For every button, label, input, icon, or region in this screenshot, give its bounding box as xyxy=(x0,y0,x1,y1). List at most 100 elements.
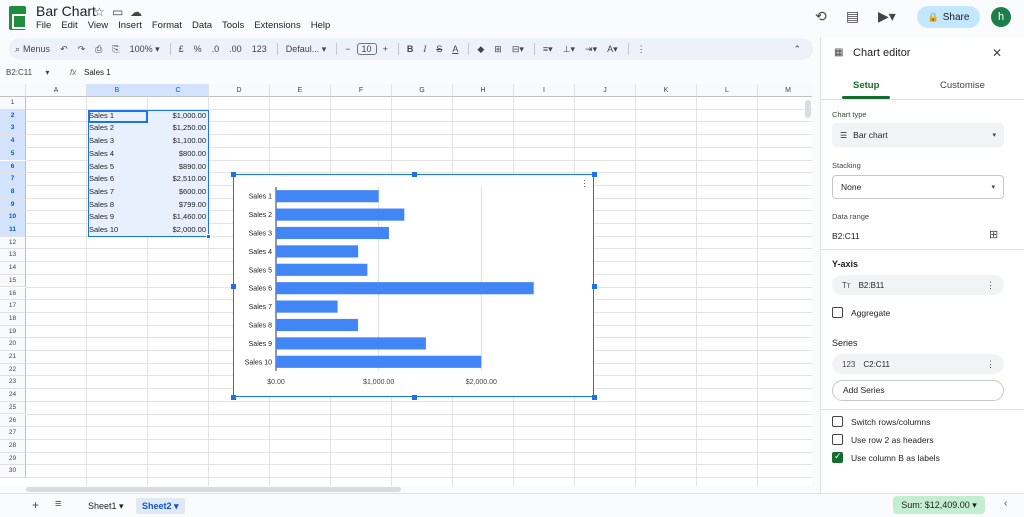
row-header[interactable]: 9 xyxy=(0,198,26,212)
bar[interactable] xyxy=(276,190,379,203)
table-cell-value[interactable]: $1,250.00 xyxy=(148,122,206,135)
row-header[interactable]: 13 xyxy=(0,249,26,263)
bar[interactable] xyxy=(276,337,426,350)
column-header[interactable]: M xyxy=(758,84,812,97)
bar[interactable] xyxy=(276,318,359,332)
comments-icon[interactable]: ▤ xyxy=(846,8,859,25)
bar[interactable] xyxy=(276,355,482,368)
text-color-icon[interactable]: A xyxy=(452,44,458,54)
zoom-select[interactable]: 100% ▾ xyxy=(130,44,160,55)
row-header[interactable]: 27 xyxy=(0,427,26,440)
menu-item-data[interactable]: Data xyxy=(192,20,212,31)
row-header[interactable]: 19 xyxy=(0,325,26,339)
column-header[interactable]: A xyxy=(26,84,87,97)
tab-sheet2[interactable]: Sheet2 ▾ xyxy=(136,498,185,514)
row-header[interactable]: 15 xyxy=(0,274,26,288)
switch-rows-checkbox[interactable] xyxy=(832,416,843,427)
resize-handle[interactable] xyxy=(592,283,597,289)
column-header[interactable]: F xyxy=(331,84,392,97)
tab-setup[interactable]: Setup xyxy=(853,80,879,91)
sum-indicator[interactable]: Sum: $12,409.00 ▾ xyxy=(893,496,985,514)
row-header[interactable]: 7 xyxy=(0,173,26,186)
row-header[interactable]: 26 xyxy=(0,414,26,428)
tab-sheet1[interactable]: Sheet1 ▾ xyxy=(82,498,130,514)
row-header[interactable]: 5 xyxy=(0,147,26,161)
y-axis-chip[interactable]: Tт B2:B11 ⋮ xyxy=(832,275,1004,295)
move-folder-icon[interactable]: ▭ xyxy=(112,5,123,19)
table-cell-label[interactable]: Sales 6 xyxy=(89,173,146,186)
star-icon[interactable]: ☆ xyxy=(94,5,105,19)
resize-handle[interactable] xyxy=(411,395,417,400)
menu-item-format[interactable]: Format xyxy=(152,20,182,31)
column-header[interactable]: L xyxy=(697,84,758,97)
fill-handle[interactable] xyxy=(206,233,211,239)
column-header[interactable]: G xyxy=(392,84,453,97)
menu-item-view[interactable]: View xyxy=(88,20,108,31)
column-header[interactable]: C xyxy=(148,84,209,97)
menu-item-insert[interactable]: Insert xyxy=(118,20,142,31)
borders-icon[interactable]: ⊞ xyxy=(494,44,502,55)
table-cell-label[interactable]: Sales 4 xyxy=(89,148,146,161)
font-size-increase-icon[interactable]: + xyxy=(383,44,388,54)
bar[interactable] xyxy=(276,282,534,295)
number-format-button[interactable]: 123 xyxy=(252,44,267,54)
menu-item-extensions[interactable]: Extensions xyxy=(254,20,300,31)
row-header[interactable]: 21 xyxy=(0,351,26,364)
table-cell-value[interactable]: $600.00 xyxy=(148,186,206,199)
use-row2-checkbox[interactable] xyxy=(832,434,843,445)
row-header[interactable]: 20 xyxy=(0,338,26,351)
fill-color-icon[interactable]: ◆ xyxy=(477,44,484,55)
bold-icon[interactable]: B xyxy=(407,44,414,54)
column-header[interactable]: B xyxy=(87,84,148,97)
table-cell-value[interactable]: $1,000.00 xyxy=(148,110,206,123)
tab-customise[interactable]: Customise xyxy=(940,80,985,91)
row-header[interactable]: 8 xyxy=(0,185,26,199)
avatar[interactable]: h xyxy=(991,7,1011,27)
close-icon[interactable]: ✕ xyxy=(992,46,1002,60)
row-header[interactable]: 10 xyxy=(0,211,26,224)
row-header[interactable]: 24 xyxy=(0,389,26,402)
table-cell-value[interactable]: $2,510.00 xyxy=(148,173,206,186)
resize-handle[interactable] xyxy=(231,283,236,289)
row-header[interactable]: 2 xyxy=(0,109,26,123)
horizontal-scrollbar[interactable] xyxy=(26,487,401,492)
table-cell-label[interactable]: Sales 5 xyxy=(89,161,146,174)
more-options-icon[interactable]: ⋮ xyxy=(986,280,995,291)
menus-button[interactable]: ⌕ Menus xyxy=(15,44,50,55)
bar-chart[interactable]: · · · $0.00 $1,000.00 $2,000.00 Sales 1 Sales … xyxy=(231,172,597,400)
table-cell-label[interactable]: Sales 2 xyxy=(89,122,146,135)
more-options-icon[interactable]: ⋮ xyxy=(637,44,646,55)
row-header[interactable]: 14 xyxy=(0,262,26,275)
table-cell-label[interactable]: Sales 9 xyxy=(89,211,146,224)
text-rotation-icon[interactable]: A▾ xyxy=(607,44,618,55)
vertical-align-icon[interactable]: ⊥▾ xyxy=(563,44,575,55)
italic-icon[interactable]: I xyxy=(423,44,426,54)
menu-item-edit[interactable]: Edit xyxy=(61,20,77,31)
row-header[interactable]: 17 xyxy=(0,300,26,313)
side-panel-toggle-icon[interactable]: ‹ xyxy=(1004,498,1007,509)
column-header[interactable]: I xyxy=(514,84,575,97)
text-wrap-icon[interactable]: ⇥▾ xyxy=(585,44,597,55)
table-cell-value[interactable]: $1,100.00 xyxy=(148,135,206,148)
table-cell-label[interactable]: Sales 8 xyxy=(89,199,146,212)
redo-icon[interactable]: ↷ xyxy=(78,44,86,55)
menu-item-tools[interactable]: Tools xyxy=(222,20,244,31)
resize-handle[interactable] xyxy=(592,395,597,400)
corner-cell[interactable] xyxy=(0,84,26,97)
column-header[interactable]: J xyxy=(575,84,636,97)
more-options-icon[interactable]: ⋮ xyxy=(986,359,995,370)
table-cell-value[interactable]: $800.00 xyxy=(148,148,206,161)
strikethrough-icon[interactable]: S xyxy=(436,44,442,54)
row-header[interactable]: 1 xyxy=(0,97,26,110)
column-header[interactable]: K xyxy=(636,84,697,97)
horizontal-align-icon[interactable]: ≡▾ xyxy=(543,44,553,55)
row-header[interactable]: 3 xyxy=(0,122,26,136)
row-header[interactable]: 4 xyxy=(0,135,26,148)
row-header[interactable]: 25 xyxy=(0,401,26,415)
add-series-button[interactable]: Add Series xyxy=(832,380,1004,401)
row-header[interactable]: 30 xyxy=(0,465,26,478)
series-chip[interactable]: 123 C2:C11 ⋮ xyxy=(832,354,1004,374)
menu-item-help[interactable]: Help xyxy=(311,20,331,31)
bar[interactable] xyxy=(276,226,389,240)
undo-icon[interactable]: ↶ xyxy=(60,44,68,55)
